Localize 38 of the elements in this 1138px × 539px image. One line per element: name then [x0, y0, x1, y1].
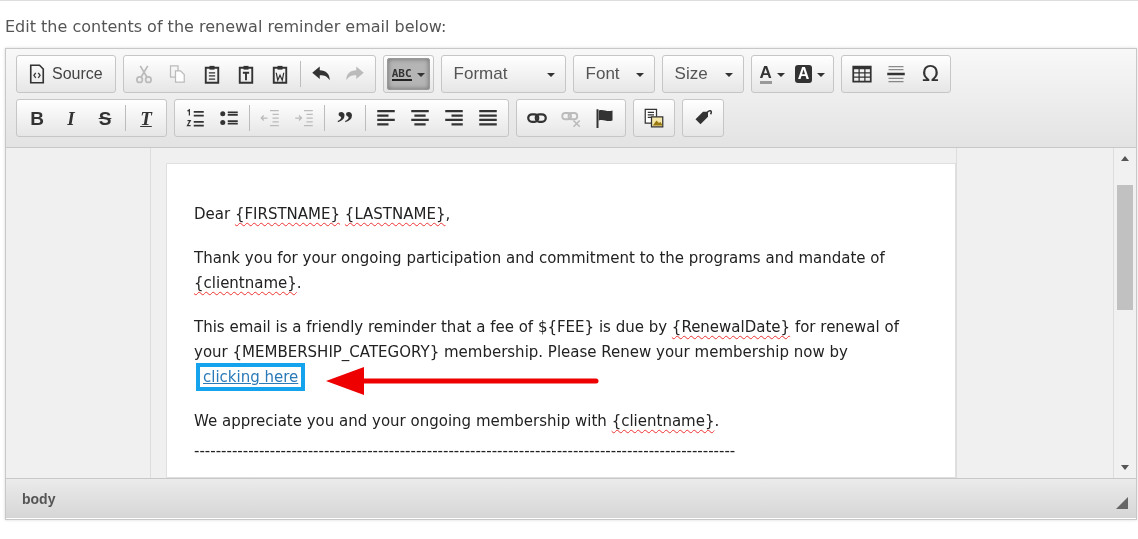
source-button[interactable]: Source	[20, 58, 112, 90]
document-image-icon	[644, 108, 664, 128]
special-character-button[interactable]: Ω	[913, 58, 948, 90]
dropdown[interactable]: Size	[661, 55, 744, 93]
link[interactable]: clicking here	[196, 363, 306, 391]
align-center-icon	[410, 108, 430, 128]
paragraph: We appreciate you and your ongoing membership with {clientname}.	[194, 411, 721, 432]
numbered-list-icon	[185, 108, 205, 128]
cut-icon	[133, 64, 154, 84]
horizontal-line-icon	[886, 64, 907, 84]
bold-button[interactable]: B	[20, 102, 54, 134]
paragraph: This email is a friendly reminder that a fee of ${FEE} is due by {RenewalDate} for renewal of your {MEMBERSHIP_CATEGORY} membership. Please Renew your membership now by clicking here	[194, 315, 906, 390]
scrollbar[interactable]	[1113, 148, 1136, 478]
paragraph: Thank you for your ongoing participation and commitment to the programs and mandate of {clientname}.	[194, 248, 886, 294]
align-left-icon	[376, 108, 396, 128]
table-icon	[852, 64, 873, 84]
instruction-text: Edit the contents of the renewal reminder email below:	[0, 0, 1138, 48]
paragraph: Dear {FIRSTNAME} {LASTNAME},	[194, 204, 452, 225]
flag-icon	[595, 108, 615, 128]
bulleted-list-icon	[219, 108, 239, 128]
align-right-icon	[444, 108, 464, 128]
italic-button[interactable]: I	[54, 102, 88, 134]
blockquote-button[interactable]: ”	[328, 102, 362, 134]
copy-icon	[167, 64, 188, 84]
indent-icon	[294, 108, 314, 128]
document-code-icon	[27, 64, 47, 84]
outdent-icon	[260, 108, 280, 128]
justify-icon	[478, 108, 498, 128]
element-path[interactable]: body	[22, 490, 56, 507]
remove-format-button[interactable]: T	[129, 102, 163, 134]
strikethrough-button[interactable]: S	[88, 102, 122, 134]
dropdown[interactable]: Font	[572, 55, 655, 93]
text-color-button[interactable]: A	[754, 58, 790, 90]
spellcheck-button[interactable]: ABC	[386, 58, 430, 90]
paragraph: ----------------------------------------------------------------------------------------------------	[194, 441, 737, 462]
resize-grip-icon[interactable]	[1116, 496, 1128, 509]
background-color-button[interactable]: A	[789, 58, 831, 90]
dropdown[interactable]: Format	[440, 55, 566, 93]
